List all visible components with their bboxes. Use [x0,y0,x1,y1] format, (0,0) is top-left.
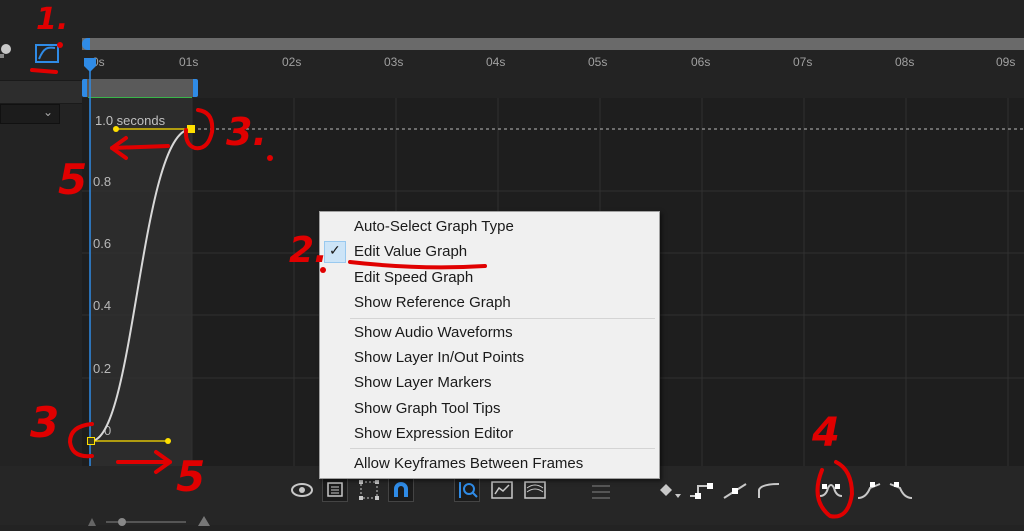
menu-item-label: Show Layer Markers [354,374,492,391]
auto-zoom-icon[interactable] [454,478,480,502]
menu-item-show-audio-waveforms[interactable]: Show Audio Waveforms [320,321,659,345]
easy-ease-icon[interactable] [818,478,844,502]
menu-item-show-graph-tool-tips[interactable]: Show Graph Tool Tips [320,397,659,421]
menu-item-allow-keyframes-between-frames[interactable]: Allow Keyframes Between Frames [320,452,659,476]
menu-item-label: Show Reference Graph [354,294,511,311]
annotation-label: 3. [226,110,267,154]
easy-ease-in-icon[interactable] [856,478,882,502]
eye-icon[interactable] [289,478,315,502]
edit-keyframe-icon[interactable] [657,478,683,502]
graph-options-icon[interactable] [322,478,348,502]
menu-item-edit-speed-graph[interactable]: Edit Speed Graph [320,266,659,290]
keyframe-end[interactable] [187,125,195,133]
menu-item-auto-select-graph-type[interactable]: Auto-Select Graph Type [320,215,659,239]
menu-item-show-layer-markers[interactable]: Show Layer Markers [320,371,659,395]
checkmark-icon: ✓ [329,242,341,258]
menu-item-label: Show Layer In/Out Points [354,349,525,366]
auto-bezier-icon[interactable] [722,478,748,502]
playhead-icon[interactable] [82,56,98,76]
graph-options-menu: Auto-Select Graph Type ✓ Edit Value Grap… [319,211,660,479]
menu-item-label: Show Audio Waveforms [354,324,513,341]
convert-vertex-icon[interactable] [755,478,781,502]
snap-magnet-icon[interactable] [388,478,414,502]
transform-box-icon[interactable] [356,478,382,502]
menu-item-label: Show Expression Editor [354,425,514,442]
annotation-label: 2. [289,230,328,271]
annotation-label: 5 [58,155,88,204]
menu-item-show-reference-graph[interactable]: Show Reference Graph [320,291,659,315]
zoom-slider[interactable] [86,512,216,526]
menu-item-label: Auto-Select Graph Type [354,218,514,235]
separate-dimensions-icon[interactable] [588,478,614,502]
menu-item-edit-value-graph[interactable]: ✓ Edit Value Graph [320,240,659,264]
annotation-label: 3 [30,398,60,447]
annotation-label: 5 [176,452,206,501]
fit-selection-icon[interactable] [489,478,515,502]
menu-item-label: Edit Value Graph [354,243,468,260]
annotation-label: 4 [812,410,840,456]
menu-item-label: Allow Keyframes Between Frames [354,455,584,472]
easy-ease-out-icon[interactable] [888,478,914,502]
menu-item-label: Edit Speed Graph [354,269,474,286]
menu-separator [350,318,655,319]
fit-all-icon[interactable] [522,478,548,502]
keyframe-start[interactable] [87,437,95,445]
menu-separator [350,448,655,449]
hold-keyframe-icon[interactable] [688,478,714,502]
menu-item-show-expression-editor[interactable]: Show Expression Editor [320,422,659,446]
menu-item-label: Show Graph Tool Tips [354,400,501,417]
menu-item-show-layer-in-out-points[interactable]: Show Layer In/Out Points [320,346,659,370]
annotation-label: 1. [36,2,69,37]
